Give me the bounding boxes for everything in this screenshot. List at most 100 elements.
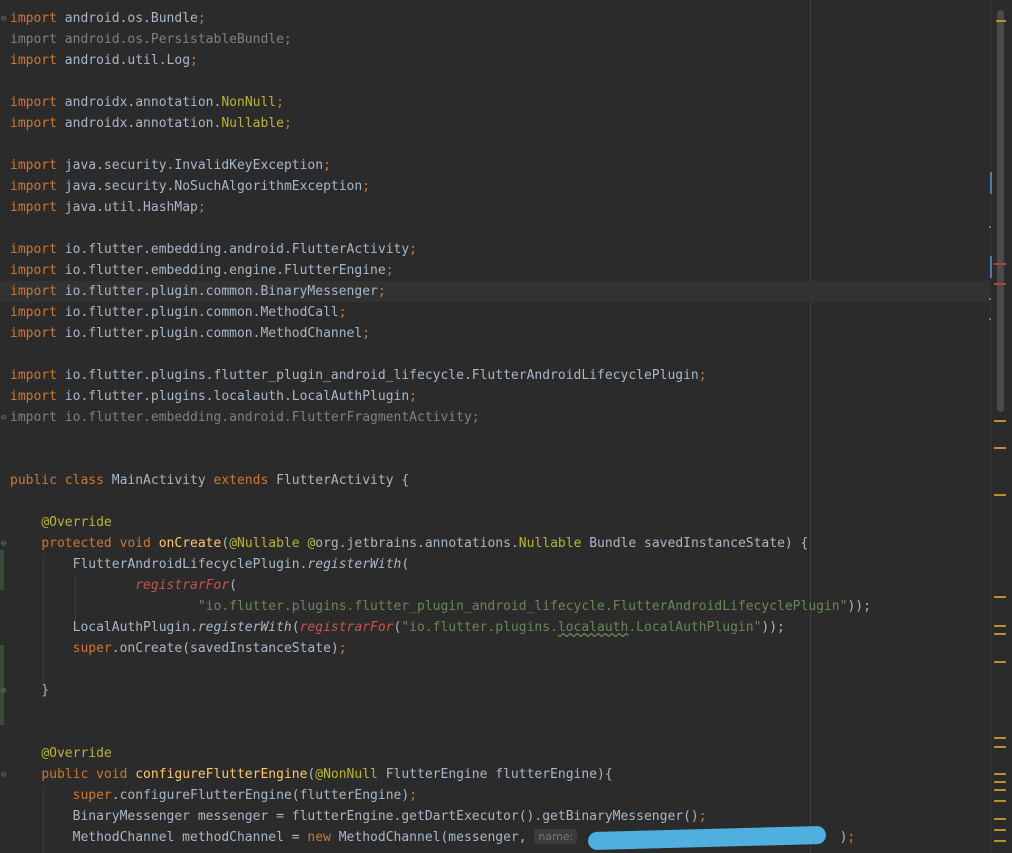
code-token: Nullable xyxy=(518,536,582,551)
code-token: @NonNull xyxy=(315,767,378,782)
code-line[interactable]: import io.flutter.plugins.flutter_plugin… xyxy=(10,365,707,386)
code-line[interactable]: "io.flutter.plugins.flutter_plugin_andro… xyxy=(10,596,871,617)
warning-stripe[interactable] xyxy=(994,447,1006,449)
code-token: androidx.annotation. xyxy=(56,95,222,110)
gutter-change-marker[interactable] xyxy=(0,550,4,590)
code-line[interactable]: import android.util.Log; xyxy=(10,50,198,71)
code-line[interactable]: import io.flutter.plugin.common.MethodCa… xyxy=(10,302,347,323)
warning-stripe[interactable] xyxy=(996,20,1006,22)
code-line[interactable]: FlutterAndroidLifecyclePlugin.registerWi… xyxy=(10,554,410,575)
warning-stripe[interactable] xyxy=(994,818,1006,820)
code-token: Bundle savedInstanceState) { xyxy=(581,536,809,551)
code-token: registrarFor xyxy=(299,620,394,635)
code-token: android.util.Log xyxy=(56,53,191,68)
info-stripe[interactable] xyxy=(989,318,991,320)
code-token: BinaryMessenger messenger = flutterEngin… xyxy=(10,809,699,824)
vertical-scrollbar-thumb[interactable] xyxy=(997,10,1004,412)
error-stripe[interactable] xyxy=(994,263,1006,265)
code-token: FlutterActivity { xyxy=(268,473,410,488)
code-line[interactable]: LocalAuthPlugin.registerWith(registrarFo… xyxy=(10,617,785,638)
code-line[interactable]: import io.flutter.plugin.common.BinaryMe… xyxy=(0,281,1000,302)
code-line[interactable]: import java.util.HashMap; xyxy=(10,197,206,218)
code-token: "io.flutter.plugins.flutter_plugin_andro… xyxy=(197,599,848,614)
warning-stripe[interactable] xyxy=(994,746,1006,748)
code-token: FlutterEngine flutterEngine){ xyxy=(377,767,613,782)
code-token: android.os.Bundle xyxy=(56,11,198,26)
warning-stripe[interactable] xyxy=(994,789,1006,791)
code-line[interactable]: import java.security.InvalidKeyException… xyxy=(10,155,331,176)
code-token: ( xyxy=(221,536,230,551)
code-token: ; xyxy=(323,158,331,173)
code-token: ; xyxy=(362,326,371,341)
change-stripe[interactable] xyxy=(990,256,992,278)
warning-stripe[interactable] xyxy=(994,840,1006,842)
code-token: public class xyxy=(10,473,104,488)
code-line[interactable]: import io.flutter.embedding.android.Flut… xyxy=(10,239,417,260)
code-line[interactable]: } xyxy=(10,680,49,701)
info-stripe[interactable] xyxy=(989,298,991,300)
code-token: ; xyxy=(385,263,394,278)
info-stripe[interactable] xyxy=(989,226,991,228)
code-line[interactable]: public class MainActivity extends Flutte… xyxy=(10,470,409,491)
warning-stripe[interactable] xyxy=(994,596,1006,598)
warning-stripe[interactable] xyxy=(994,737,1006,739)
warning-stripe[interactable] xyxy=(994,829,1006,831)
code-line[interactable]: import android.os.Bundle; xyxy=(10,8,206,29)
code-line[interactable]: @Override xyxy=(10,743,111,764)
code-token: configureFlutterEngine xyxy=(135,767,308,782)
code-token: ; xyxy=(338,641,347,656)
code-line[interactable]: registrarFor( xyxy=(10,575,237,596)
code-line[interactable]: import io.flutter.plugins.localauth.Loca… xyxy=(10,386,417,407)
code-token: ; xyxy=(190,53,198,68)
code-token: super xyxy=(72,641,112,656)
code-token: java.security.NoSuchAlgorithmException xyxy=(56,179,363,194)
code-line[interactable]: super.configureFlutterEngine(flutterEngi… xyxy=(10,785,417,806)
code-token: io.flutter.embedding.engine.FlutterEngin… xyxy=(56,263,386,278)
gutter-change-marker[interactable] xyxy=(0,645,4,725)
code-line[interactable]: BinaryMessenger messenger = flutterEngin… xyxy=(10,806,707,827)
code-token: ( xyxy=(291,620,300,635)
warning-stripe[interactable] xyxy=(994,625,1006,627)
editor-gutter[interactable]: ⊖ ⊖ ⊖ ⊖ ⊖ xyxy=(0,0,10,853)
code-line[interactable]: @Override xyxy=(10,512,111,533)
warning-stripe[interactable] xyxy=(994,420,1006,422)
warning-stripe[interactable] xyxy=(994,661,1006,663)
code-line[interactable]: import io.flutter.plugin.common.MethodCh… xyxy=(10,323,370,344)
code-line[interactable]: import android.os.PersistableBundle; xyxy=(10,29,292,50)
fold-icon[interactable]: ⊖ xyxy=(1,14,9,24)
code-token: io.flutter.embedding.android.FlutterActi… xyxy=(56,242,410,257)
code-line[interactable]: import androidx.annotation.Nullable; xyxy=(10,113,292,134)
fold-icon[interactable]: ⊖ xyxy=(1,413,9,423)
fold-icon[interactable]: ⊖ xyxy=(1,686,9,696)
code-line[interactable]: protected void onCreate(@Nullable @org.j… xyxy=(10,533,808,554)
code-token: ; xyxy=(698,809,707,824)
code-token: ( xyxy=(229,578,237,593)
code-token: .onCreate(savedInstanceState) xyxy=(111,641,339,656)
warning-stripe[interactable] xyxy=(994,633,1006,635)
code-token: io.flutter.plugin.common.MethodChannel xyxy=(56,326,363,341)
code-line[interactable]: import io.flutter.embedding.engine.Flutt… xyxy=(10,260,394,281)
change-stripe[interactable] xyxy=(990,172,992,194)
code-token: .configureFlutterEngine(flutterEngine) xyxy=(111,788,410,803)
code-token: java.security.InvalidKeyException xyxy=(56,158,324,173)
code-token: LocalAuthPlugin. xyxy=(10,620,198,635)
code-token: io.flutter.plugin.common.BinaryMessenger xyxy=(56,284,378,299)
error-stripe[interactable] xyxy=(994,283,1006,285)
warning-stripe[interactable] xyxy=(994,800,1006,802)
code-line[interactable]: import androidx.annotation.NonNull; xyxy=(10,92,284,113)
code-editor[interactable]: ⊖ ⊖ ⊖ ⊖ ⊖ import android.os.Bundle; impor… xyxy=(0,0,1012,853)
warning-stripe[interactable] xyxy=(994,773,1006,775)
warning-stripe[interactable] xyxy=(994,781,1006,783)
code-token: @Nullable xyxy=(229,536,308,551)
fold-icon[interactable]: ⊖ xyxy=(1,770,9,780)
code-token: import xyxy=(10,95,57,110)
code-line[interactable]: import io.flutter.embedding.android.Flut… xyxy=(10,407,480,428)
fold-icon[interactable]: ⊖ xyxy=(1,539,9,549)
code-line[interactable]: public void configureFlutterEngine(@NonN… xyxy=(10,764,613,785)
warning-stripe[interactable] xyxy=(994,494,1006,496)
code-line[interactable]: super.onCreate(savedInstanceState); xyxy=(10,638,347,659)
parameter-hint: name: xyxy=(534,829,578,844)
code-line[interactable]: import java.security.NoSuchAlgorithmExce… xyxy=(10,176,370,197)
